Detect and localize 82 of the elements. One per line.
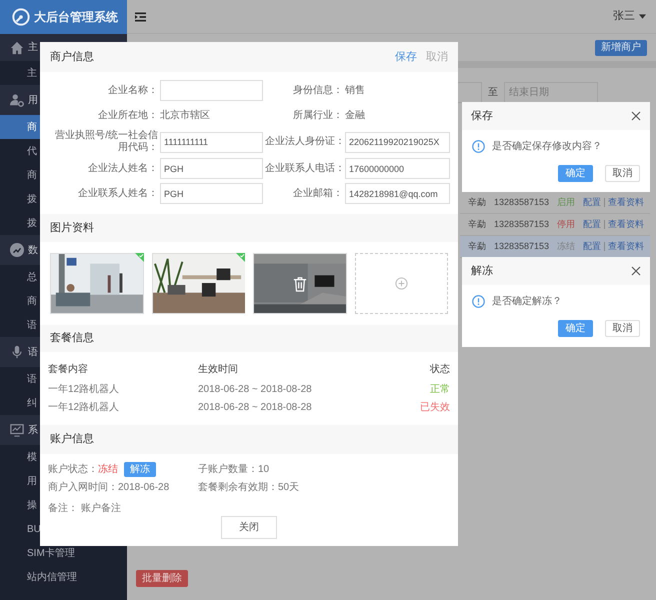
status-text: 停用	[557, 218, 576, 231]
menu-icon	[135, 12, 146, 22]
close-button[interactable]	[631, 266, 641, 276]
bulk-delete-button[interactable]: 批量删除	[136, 570, 188, 587]
status-text: 正常	[430, 382, 450, 397]
app-title: 大后台管理系统	[34, 9, 118, 26]
dialog-title: 解冻	[471, 264, 493, 279]
add-merchant-button[interactable]: 新增商户	[595, 40, 647, 56]
info-icon	[472, 295, 485, 308]
microphone-icon	[10, 345, 24, 359]
input-field[interactable]: 22062119920219025X	[345, 132, 450, 152]
cancel-button[interactable]: 取消	[605, 165, 640, 182]
dialog-title: 保存	[471, 108, 493, 124]
table-cell-text: 2018-06-28 ~ 2018-08-28	[198, 383, 313, 397]
field-label: 企业名称：	[107, 84, 158, 96]
table-header: 套餐内容	[48, 362, 89, 377]
chart-icon	[10, 243, 24, 257]
table-cell-text: 辛勐	[468, 240, 486, 253]
close-button[interactable]: 关闭	[221, 516, 277, 539]
status-text: 冻结	[557, 240, 576, 253]
field-label: 企业邮箱：	[292, 188, 343, 200]
field-label: 企业法人姓名：	[87, 162, 158, 174]
input-field[interactable]: 1111111111	[160, 132, 263, 152]
table-header: 状态	[430, 362, 450, 377]
field-label: 所属行业：	[292, 110, 343, 122]
trash-icon[interactable]	[292, 276, 307, 292]
input-field[interactable]: PGH	[160, 158, 263, 179]
logo-icon	[12, 8, 30, 26]
user-name[interactable]: 张三	[613, 8, 635, 25]
plus-icon	[394, 277, 408, 290]
info-text: 备注： 账户备注	[48, 502, 122, 516]
status-text: 冻结	[98, 462, 118, 477]
field-label: 企业所在地：	[97, 110, 158, 122]
table-cell-text: 13283587153	[494, 196, 550, 209]
sidebar-group-label[interactable]: 系	[28, 422, 38, 438]
field-label: 企业联系人姓名：	[77, 188, 158, 200]
info-text: 商户入网时间：2018-06-28	[48, 480, 170, 495]
dialog-message: 是否确定保存修改内容？	[492, 140, 602, 154]
table-cell-text: 辛勐	[468, 196, 486, 209]
field-value: 金融	[345, 108, 366, 123]
info-text: 子账户数量：10	[198, 462, 270, 477]
table-cell-text: 2018-06-28 ~ 2018-08-28	[198, 401, 313, 415]
section-title: 商户信息	[50, 50, 94, 65]
field-value: 销售	[345, 84, 366, 98]
dialog-message: 是否确定解冻？	[492, 294, 562, 309]
table-cell-text: 一年12路机器人	[48, 382, 120, 397]
input-field[interactable]: 17600000000	[345, 158, 450, 179]
table-cell-text: 一年12路机器人	[48, 400, 120, 415]
sidebar-group-label[interactable]: 用	[28, 92, 38, 108]
cancel-button[interactable]: 取消	[605, 320, 640, 337]
sidebar-group-label[interactable]: 数	[28, 242, 38, 258]
field-label: 企业法人身份证：	[265, 136, 343, 148]
table-cell-text: 13283587153	[494, 218, 550, 231]
caret-icon	[639, 14, 646, 19]
sidebar-item[interactable]: 站内信管理	[0, 565, 127, 589]
section-title: 套餐信息	[50, 331, 94, 346]
field-label: 身份信息：	[292, 84, 343, 96]
close-button[interactable]	[631, 111, 641, 121]
info-text: 套餐剩余有效期：50天	[198, 480, 300, 495]
table-cell-text: 13283587153	[494, 240, 550, 253]
info-icon	[472, 140, 485, 153]
user-gear-icon	[10, 93, 24, 107]
upload-tile[interactable]	[354, 253, 448, 314]
monitor-icon	[10, 423, 24, 437]
end-date-field[interactable]: 结束日期	[504, 82, 598, 103]
table-header: 生效时间	[198, 362, 239, 377]
input-field[interactable]: 1428218981@qq.com	[345, 183, 450, 204]
status-text: 已失效	[420, 400, 450, 415]
home-icon	[10, 40, 24, 54]
field-value: 北京市辖区	[160, 108, 211, 123]
field-label: 营业执照号/统一社会信用代码：	[54, 130, 158, 154]
sidebar-group-label[interactable]: 主	[28, 40, 38, 55]
input-field[interactable]	[160, 80, 263, 101]
table-cell-text: 辛勐	[468, 218, 486, 231]
field-label: 账户状态：	[48, 462, 98, 477]
section-title: 图片资料	[50, 220, 94, 236]
input-field[interactable]: PGH	[160, 183, 263, 204]
status-text: 启用	[557, 196, 576, 209]
sidebar-group-label[interactable]: 语	[28, 344, 38, 360]
field-label: 企业联系人电话：	[265, 162, 343, 174]
range-separator: 至	[488, 86, 498, 100]
section-title: 账户信息	[50, 432, 94, 448]
